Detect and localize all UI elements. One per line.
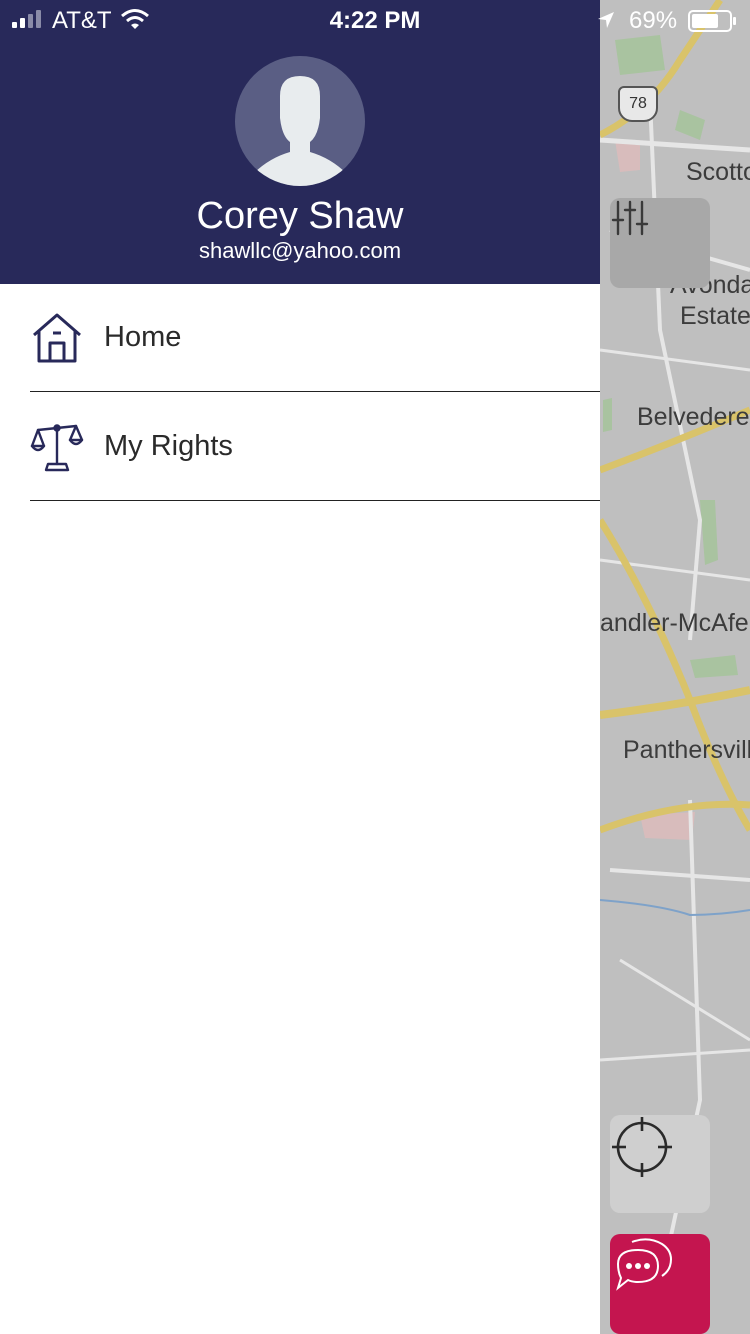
menu-item-my-rights[interactable]: My Rights xyxy=(30,393,600,501)
menu-item-home[interactable]: Home xyxy=(30,284,600,392)
sliders-icon xyxy=(611,200,649,236)
map-label-scottdale: Scotto xyxy=(686,158,750,186)
map-label-belvedere: Belvedere xyxy=(637,403,750,431)
user-email: shawllc@yahoo.com xyxy=(198,238,402,263)
battery-icon xyxy=(688,10,736,32)
profile-header: Corey Shaw shawllc@yahoo.com xyxy=(0,0,600,284)
route-shield: 78 xyxy=(618,86,658,122)
menu-item-label: My Rights xyxy=(104,430,233,462)
locate-me-button[interactable] xyxy=(610,1115,710,1213)
battery-percentage: 69% xyxy=(629,7,678,34)
map-label-panthersville: Panthersvill xyxy=(623,736,750,764)
side-drawer: Corey Shaw shawllc@yahoo.com Home My Rig… xyxy=(0,0,600,1334)
user-name: Corey Shaw xyxy=(196,195,404,237)
status-bar: AT&T 4:22 PM 69% xyxy=(0,0,750,40)
crosshair-icon xyxy=(612,1117,672,1177)
avatar[interactable] xyxy=(235,56,365,186)
house-icon xyxy=(30,311,84,365)
chat-button[interactable] xyxy=(610,1234,710,1334)
map-label-candler-mcafee: andler-McAfe xyxy=(600,609,749,637)
map-label-estates: Estate xyxy=(680,302,750,330)
filter-button[interactable] xyxy=(610,198,710,288)
location-arrow-icon xyxy=(598,12,614,28)
menu-item-label: Home xyxy=(104,321,182,353)
person-silhouette-icon xyxy=(253,76,347,186)
scales-icon xyxy=(30,420,84,474)
chat-bubbles-icon xyxy=(616,1238,672,1291)
